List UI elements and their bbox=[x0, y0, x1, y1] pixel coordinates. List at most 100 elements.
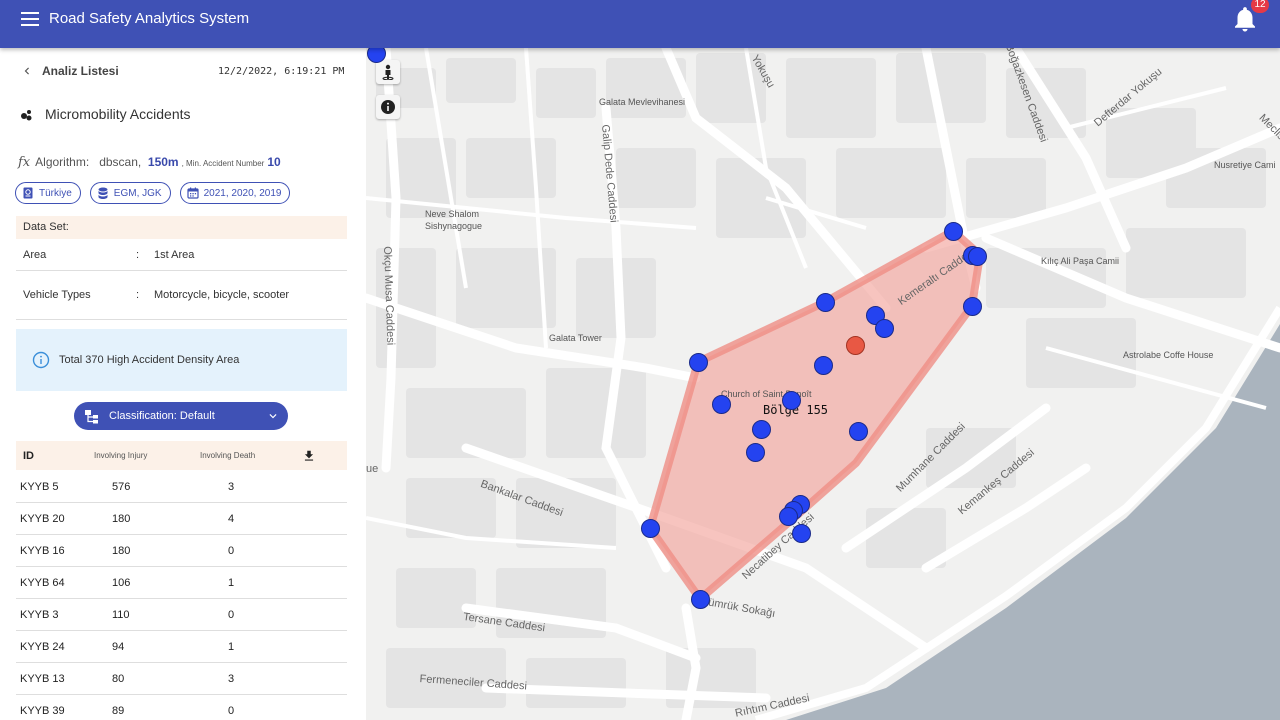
min-accident-label: , Min. Accident Number bbox=[181, 159, 265, 168]
cell-death: 4 bbox=[228, 512, 235, 525]
accident-point[interactable] bbox=[813, 355, 833, 375]
dataset-separator: : bbox=[136, 248, 140, 261]
table-row[interactable]: KYYB 3 110 0 bbox=[16, 599, 347, 631]
filter-chips: Türkiye EGM, JGK 2021, 2020, 2019 bbox=[15, 182, 291, 204]
analysis-timestamp: 12/2/2022, 6:19:21 PM bbox=[218, 66, 345, 77]
classification-dropdown[interactable]: Classification: Default bbox=[74, 402, 288, 430]
cell-injury: 94 bbox=[112, 640, 125, 653]
cell-id: KYYB 13 bbox=[20, 672, 65, 685]
cell-injury: 576 bbox=[112, 480, 131, 493]
algorithm-radius: 150m bbox=[147, 155, 179, 169]
cell-id: KYYB 24 bbox=[20, 640, 65, 653]
dataset-value: Motorcycle, bicycle, scooter bbox=[154, 289, 290, 301]
cell-death: 0 bbox=[228, 608, 235, 621]
accident-point[interactable] bbox=[778, 506, 798, 526]
accident-point[interactable] bbox=[366, 48, 386, 63]
accident-point[interactable] bbox=[791, 523, 811, 543]
algorithm-label: Algorithm: bbox=[35, 155, 90, 169]
algorithm-name: dbscan, bbox=[99, 155, 142, 169]
map-info-button[interactable] bbox=[376, 95, 400, 119]
table-row[interactable]: KYYB 64 106 1 bbox=[16, 567, 347, 599]
passport-icon bbox=[23, 187, 33, 199]
accident-point[interactable] bbox=[640, 518, 660, 538]
cell-id: KYYB 16 bbox=[20, 544, 65, 557]
database-icon bbox=[98, 187, 108, 199]
column-header-injury: Involving Injury bbox=[94, 451, 148, 460]
country-chip-label: Türkiye bbox=[39, 187, 72, 199]
accident-point-highlighted[interactable] bbox=[845, 335, 865, 355]
cell-death: 3 bbox=[228, 672, 235, 685]
cell-id: KYYB 3 bbox=[20, 608, 59, 621]
accident-point[interactable] bbox=[781, 390, 801, 410]
cell-injury: 180 bbox=[112, 512, 131, 525]
back-to-list-button[interactable]: Analiz Listesi bbox=[20, 64, 119, 78]
street-view-button[interactable] bbox=[376, 60, 400, 84]
place-label: Astrolabe Coffe House bbox=[1123, 350, 1214, 360]
cell-injury: 110 bbox=[112, 608, 130, 621]
accident-point[interactable] bbox=[962, 296, 982, 316]
pegman-icon bbox=[382, 64, 394, 80]
dataset-separator: : bbox=[136, 289, 140, 301]
place-label: Kılıç Ali Paşa Camii bbox=[1041, 256, 1120, 266]
map-view[interactable]: Galata Mevlevihanesi Neve Shalom Sishyna… bbox=[366, 48, 1280, 720]
algorithm-summary: fx Algorithm: dbscan, 150m , Min. Accide… bbox=[18, 155, 281, 170]
source-chip[interactable]: EGM, JGK bbox=[89, 182, 171, 204]
accident-point[interactable] bbox=[815, 292, 835, 312]
results-table-header: ID Involving Injury Involving Death bbox=[16, 441, 347, 470]
cell-death: 1 bbox=[228, 640, 235, 653]
cell-id: KYYB 20 bbox=[20, 512, 65, 525]
accident-point[interactable] bbox=[745, 442, 765, 462]
table-row[interactable]: KYYB 24 94 1 bbox=[16, 631, 347, 663]
scatter-dots-icon bbox=[21, 109, 32, 120]
app-header: Road Safety Analytics System 12 bbox=[0, 0, 1280, 48]
place-label: Nusretiye Cami bbox=[1214, 160, 1276, 170]
dataset-key: Vehicle Types bbox=[23, 289, 91, 301]
density-info-box: Total 370 High Accident Density Area bbox=[16, 329, 347, 391]
cell-death: 3 bbox=[228, 480, 235, 493]
column-header-id: ID bbox=[23, 449, 34, 462]
results-table-body: KYYB 5 576 3 KYYB 20 180 4 KYYB 16 180 0 KYYB … bbox=[16, 471, 347, 720]
accident-point[interactable] bbox=[848, 421, 868, 441]
accident-point[interactable] bbox=[943, 221, 963, 241]
street-label: ue bbox=[366, 463, 379, 475]
dataset-panel: Data Set: Area : 1st Area Vehicle Types … bbox=[16, 216, 347, 320]
notification-badge: 12 bbox=[1251, 0, 1269, 13]
download-icon[interactable] bbox=[302, 449, 332, 463]
place-label: Galata Mevlevihanesi bbox=[599, 97, 686, 107]
column-header-death: Involving Death bbox=[200, 451, 256, 460]
classification-label: Classification: Default bbox=[109, 410, 215, 422]
dataset-value: 1st Area bbox=[154, 248, 195, 261]
info-icon bbox=[381, 100, 395, 114]
hierarchy-icon bbox=[85, 409, 98, 423]
cell-id: KYYB 39 bbox=[20, 704, 65, 717]
cell-id: KYYB 5 bbox=[20, 480, 59, 493]
dataset-key: Area bbox=[23, 248, 47, 261]
back-label: Analiz Listesi bbox=[42, 64, 119, 78]
place-label: Neve Shalom Sishynagogue bbox=[425, 209, 483, 231]
accident-point[interactable] bbox=[751, 419, 771, 439]
table-row[interactable]: KYYB 39 89 0 bbox=[16, 695, 347, 720]
cell-injury: 89 bbox=[112, 704, 125, 717]
dataset-row-vehicle-types: Vehicle Types : Motorcycle, bicycle, sco… bbox=[16, 271, 347, 320]
accident-point[interactable] bbox=[688, 352, 708, 372]
years-chip[interactable]: 2021, 2020, 2019 bbox=[179, 182, 291, 204]
table-row[interactable]: KYYB 13 80 3 bbox=[16, 663, 347, 695]
cell-id: KYYB 64 bbox=[20, 576, 65, 589]
analysis-title: Micromobility Accidents bbox=[20, 106, 191, 122]
cell-injury: 106 bbox=[112, 576, 131, 589]
dataset-title: Data Set: bbox=[16, 216, 347, 239]
analysis-sidebar: Analiz Listesi 12/2/2022, 6:19:21 PM Mic… bbox=[0, 48, 366, 720]
table-row[interactable]: KYYB 20 180 4 bbox=[16, 503, 347, 535]
analysis-title-text: Micromobility Accidents bbox=[45, 106, 191, 122]
menu-icon[interactable] bbox=[21, 12, 39, 26]
country-chip[interactable]: Türkiye bbox=[15, 182, 81, 204]
accident-point[interactable] bbox=[874, 318, 894, 338]
accident-point[interactable] bbox=[690, 589, 710, 609]
accident-point[interactable] bbox=[967, 246, 987, 266]
table-row[interactable]: KYYB 5 576 3 bbox=[16, 471, 347, 503]
accident-point[interactable] bbox=[711, 394, 731, 414]
table-row[interactable]: KYYB 16 180 0 bbox=[16, 535, 347, 567]
cell-injury: 80 bbox=[112, 672, 125, 685]
min-accident-value: 10 bbox=[267, 155, 281, 169]
years-chip-label: 2021, 2020, 2019 bbox=[203, 187, 282, 199]
